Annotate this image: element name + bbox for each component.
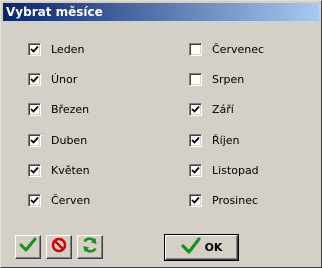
checkbox-box[interactable] [189, 42, 202, 56]
checkbox-kveten[interactable]: Květen [28, 162, 90, 178]
checkmark-icon [30, 105, 39, 113]
checkbox-rijen[interactable]: Říjen [189, 132, 240, 148]
refresh-button[interactable] [77, 235, 103, 259]
checkbox-box[interactable] [28, 72, 41, 86]
checkmark-icon [191, 196, 200, 204]
checkbox-box[interactable] [189, 102, 202, 116]
select-all-button[interactable] [15, 235, 41, 259]
checkbox-unor[interactable]: Únor [28, 71, 77, 87]
checkmark-icon [191, 105, 200, 113]
checkbox-label: Duben [51, 133, 88, 147]
checkbox-box[interactable] [28, 163, 41, 177]
checkbox-zari[interactable]: Září [189, 101, 234, 117]
checkbox-label: Červen [51, 193, 91, 207]
checkbox-box[interactable] [189, 163, 202, 177]
checkbox-box[interactable] [189, 193, 202, 207]
checkbox-prosinec[interactable]: Prosinec [189, 192, 258, 208]
checkbox-brezen[interactable]: Březen [28, 101, 89, 117]
checkmark-icon [30, 75, 39, 83]
checkbox-cerven[interactable]: Červen [28, 192, 90, 208]
checkbox-label: Listopad [212, 163, 259, 177]
checkbox-label: Srpen [212, 72, 245, 86]
checkmark-icon [30, 45, 39, 53]
checkmark-icon [30, 196, 39, 204]
checkmark-icon [191, 166, 200, 174]
checkbox-label: Březen [51, 102, 90, 116]
checkbox-box[interactable] [189, 133, 202, 147]
checkbox-label: Únor [51, 72, 78, 86]
checkbox-box[interactable] [28, 133, 41, 147]
checkmark-icon [19, 237, 37, 257]
ok-label: OK [204, 241, 223, 254]
no-icon [51, 237, 67, 257]
checkbox-box[interactable] [28, 193, 41, 207]
checkbox-duben[interactable]: Duben [28, 132, 87, 148]
checkbox-label: Květen [51, 163, 90, 177]
checkbox-box[interactable] [28, 42, 41, 56]
checkbox-box[interactable] [189, 72, 202, 86]
refresh-icon [81, 236, 99, 258]
title-bar: Vybrat měsíce [3, 3, 319, 21]
deselect-all-button[interactable] [46, 235, 72, 259]
checkbox-label: Říjen [212, 133, 240, 147]
checkbox-label: Prosinec [212, 193, 259, 207]
ok-button[interactable]: OK [164, 234, 239, 261]
checkmark-icon [30, 136, 39, 144]
checkbox-cervenec[interactable]: Červenec [189, 41, 264, 57]
checkmark-icon [30, 166, 39, 174]
window-title: Vybrat měsíce [6, 5, 103, 19]
checkbox-box[interactable] [28, 102, 41, 116]
checkmark-icon [180, 236, 201, 259]
checkbox-listopad[interactable]: Listopad [189, 162, 259, 178]
checkbox-label: Červenec [212, 42, 265, 56]
checkbox-label: Září [212, 102, 234, 116]
checkbox-label: Leden [51, 42, 85, 56]
month-picker-dialog: Vybrat měsíce Leden Únor Březen Duben Kv… [0, 0, 322, 268]
checkmark-icon [191, 136, 200, 144]
checkbox-leden[interactable]: Leden [28, 41, 84, 57]
checkbox-srpen[interactable]: Srpen [189, 71, 244, 87]
